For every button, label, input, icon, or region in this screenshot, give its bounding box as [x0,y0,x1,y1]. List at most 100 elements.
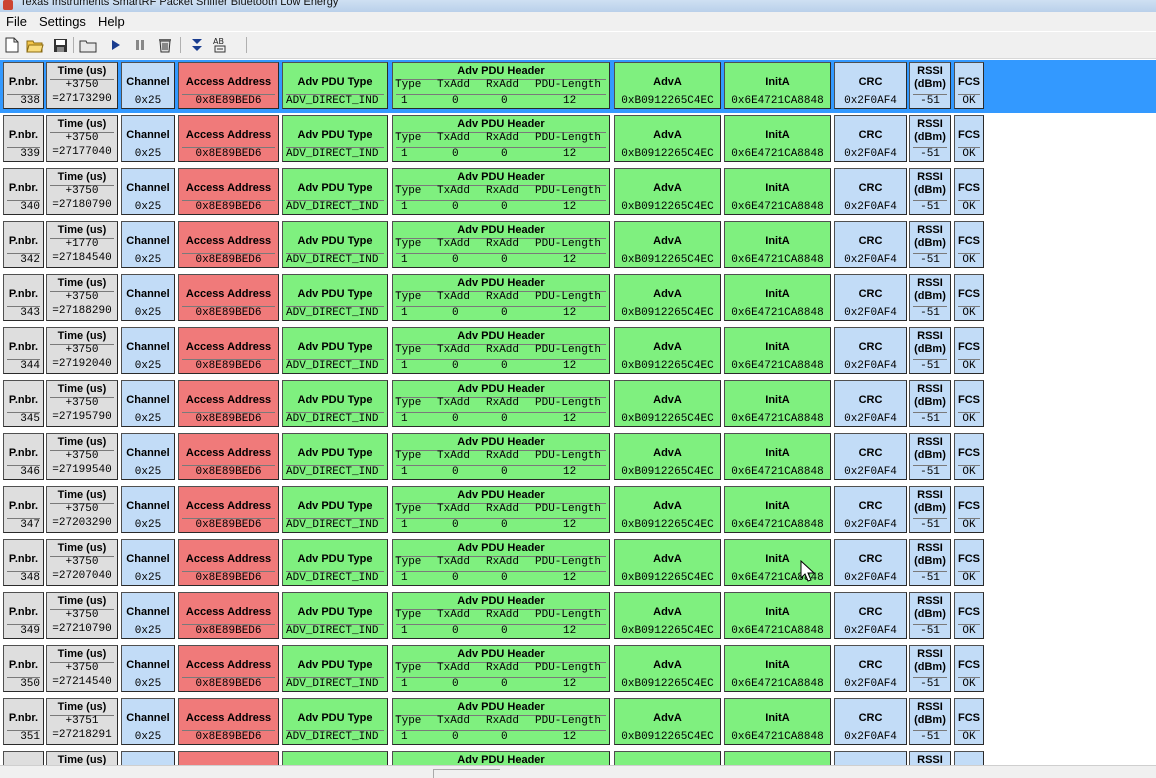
crc-value: 0x2F0AF4 [844,519,897,531]
packet-number: 343 [20,307,40,319]
column-header-time: Time (us) [57,118,107,130]
cell-crc: CRC 0x2F0AF4 [834,274,907,321]
cell-channel: Channel 0x25 [121,62,175,109]
column-header-rssi: RSSI [917,542,943,554]
packet-list[interactable]: P.nbr. 338 Time (us) +3750 =27173290 Channel 0… [0,60,1156,765]
column-header-rssi-unit: (dBm) [914,714,946,726]
packet-row[interactable]: P.nbr. 348 Time (us) +3750 =27207040 Channel 0… [0,537,1156,590]
cell-adva: AdvA 0xB0912265C4EC [614,433,721,480]
column-header-channel: Channel [126,659,170,671]
column-header-fcs: FCS [958,129,980,141]
cell-time: Time (us) +3750 =27214540 [46,645,118,692]
folder-icon[interactable] [79,36,97,54]
column-header-fcs: FCS [958,76,980,88]
cell-access-address: Access Address 0x8E89BED6 [178,433,279,480]
adv-pdu-header-subheader: RxAdd [486,503,520,515]
menu-file[interactable]: File [0,14,33,29]
open-folder-icon[interactable] [26,36,44,54]
adv-pdu-header-value: 1 [401,201,408,213]
cell-adv-pdu-type: Adv PDU Type ADV_DIRECT_IND [282,380,388,427]
toolbar-separator [180,37,181,53]
pause-icon[interactable] [131,36,149,54]
text-format-icon[interactable]: AB [212,36,230,54]
column-header-rssi-unit: (dBm) [914,184,946,196]
status-bar [0,765,1156,778]
packet-row[interactable]: P.nbr. 349 Time (us) +3750 =27210790 Channel 0… [0,590,1156,643]
cell-adv-pdu-type: Adv PDU Type ADV_DIRECT_IND [282,327,388,374]
new-file-icon[interactable] [3,36,21,54]
access-address-value: 0x8E89BED6 [195,360,262,372]
column-header-time: Time (us) [57,171,107,183]
adv-pdu-header-value: 12 [563,466,577,478]
column-header-adva: AdvA [653,76,682,88]
time-delta: +3750 [65,132,99,144]
channel-value: 0x25 [134,625,162,637]
column-header-time: Time (us) [57,330,107,342]
cell-adva: AdvA 0xB0912265C4EC [614,592,721,639]
cell-inita: InitA 0x6E4721CA8848 [724,486,831,533]
column-header-adva: AdvA [653,447,682,459]
adv-pdu-header-subheader: Type [395,79,422,91]
time-delta: +3751 [65,715,99,727]
column-header-access-address: Access Address [185,712,272,724]
column-header-adv-pdu-type: Adv PDU Type [297,500,373,512]
packet-row[interactable]: P.nbr. 339 Time (us) +3750 =27177040 Channel 0… [0,113,1156,166]
cell-fcs: FCS OK [954,380,984,427]
adv-pdu-header-subheader: Type [395,556,422,568]
adv-pdu-header-subheader: RxAdd [486,556,520,568]
cell-crc: CRC 0x2F0AF4 [834,486,907,533]
cell-adv-pdu-header: Adv PDU Header Type TxAdd RxAdd PDU-Length 1 0… [392,221,610,268]
adv-pdu-header-value: 1 [401,254,408,266]
time-delta: +3750 [65,185,99,197]
cell-channel: Channel 0x25 [121,274,175,321]
adv-pdu-header-subheader: PDU-Length [535,132,602,144]
column-header-adv-pdu-type: Adv PDU Type [297,129,373,141]
packet-row[interactable]: P.nbr. 340 Time (us) +3750 =27180790 Channel 0… [0,166,1156,219]
adv-pdu-header-value: 1 [401,678,408,690]
cell-adv-pdu-type: Adv PDU Type ADV_DIRECT_IND [282,221,388,268]
column-header-inita: InitA [765,129,790,141]
packet-row[interactable]: P.nbr. 344 Time (us) +3750 =27192040 Channel 0… [0,325,1156,378]
packet-row[interactable]: P.nbr. 350 Time (us) +3750 =27214540 Channel 0… [0,643,1156,696]
adv-pdu-header-value: 0 [501,678,508,690]
column-header-fcs: FCS [958,606,980,618]
play-icon[interactable] [107,36,125,54]
adv-pdu-header-subheader: TxAdd [437,662,471,674]
menu-help[interactable]: Help [92,14,131,29]
column-header-pnbr: P.nbr. [8,288,39,300]
cell-inita: InitA 0x6E4721CA8848 [724,592,831,639]
column-header-rssi-unit: (dBm) [914,449,946,461]
cell-access-address: Access Address 0x8E89BED6 [178,698,279,745]
scroll-down-icon[interactable] [188,36,206,54]
column-header-inita: InitA [765,659,790,671]
cell-adv-pdu-header: Adv PDU Header Type TxAdd RxAdd PDU-Length 1 0… [392,486,610,533]
adv-pdu-header-value: 0 [452,360,459,372]
cell-adv-pdu-header: Adv PDU Header Type TxAdd RxAdd PDU-Length 1 0… [392,327,610,374]
packet-row[interactable]: P.nbr. 343 Time (us) +3750 =27188290 Channel 0… [0,272,1156,325]
packet-row[interactable]: P.nbr. 338 Time (us) +3750 =27173290 Channel 0… [0,60,1156,113]
adv-pdu-header-subheader: TxAdd [437,344,471,356]
inita-value: 0x6E4721CA8848 [731,466,824,478]
cell-fcs: FCS [954,751,984,765]
cell-fcs: FCS OK [954,645,984,692]
packet-row[interactable]: P.nbr. 351 Time (us) +3751 =27218291 Channel 0… [0,696,1156,749]
packet-row[interactable]: P.nbr.Time (us)ChannelAccess AddressAdv … [0,749,1156,765]
packet-row[interactable]: P.nbr. 347 Time (us) +3750 =27203290 Channel 0… [0,484,1156,537]
fcs-value: OK [962,678,976,690]
adv-pdu-header-subheader: PDU-Length [535,291,602,303]
adv-pdu-header-subheader: Type [395,450,422,462]
adv-pdu-header-value: 1 [401,625,408,637]
packet-row[interactable]: P.nbr. 346 Time (us) +3750 =27199540 Channel 0… [0,431,1156,484]
column-header-crc: CRC [858,76,883,88]
packet-row[interactable]: P.nbr. 345 Time (us) +3750 =27195790 Channel 0… [0,378,1156,431]
clear-icon[interactable] [156,36,174,54]
adv-pdu-header-value: 0 [452,625,459,637]
menu-settings[interactable]: Settings [33,14,92,29]
packet-row[interactable]: P.nbr. 342 Time (us) +1770 =27184540 Channel 0… [0,219,1156,272]
cell-access-address: Access Address 0x8E89BED6 [178,592,279,639]
adv-pdu-header-value: 0 [501,148,508,160]
adv-pdu-header-value: 12 [563,148,577,160]
column-header-channel: Channel [126,235,170,247]
adv-pdu-header-value: 0 [452,95,459,107]
save-icon[interactable] [51,36,69,54]
